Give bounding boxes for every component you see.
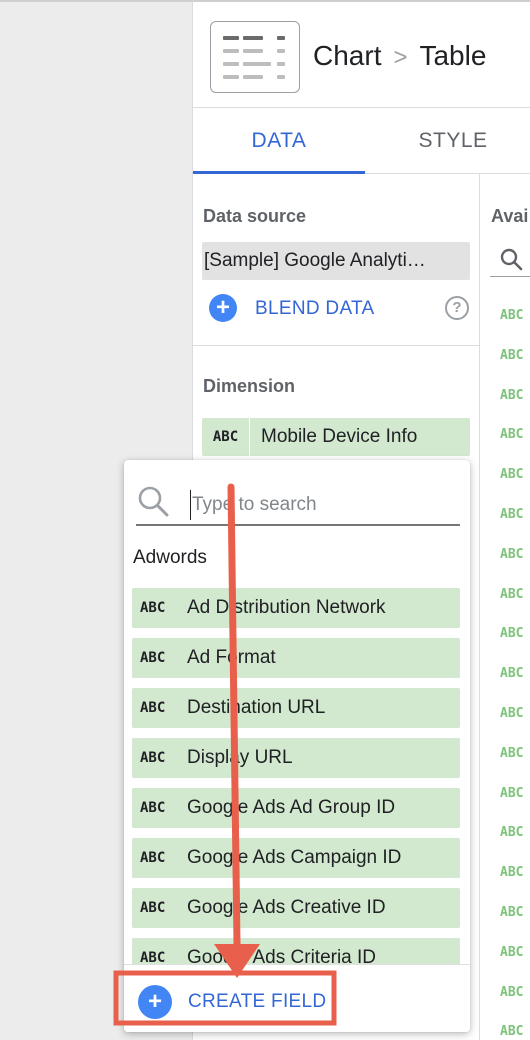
available-field-type-icon[interactable]: ABC [500, 507, 523, 522]
available-field-type-icon[interactable]: ABC [500, 905, 523, 920]
breadcrumb: Chart > Table [313, 40, 486, 72]
help-icon[interactable]: ? [445, 296, 469, 320]
dimension-field-chip[interactable]: ABC Mobile Device Info [202, 418, 470, 456]
available-search-underline [490, 276, 530, 277]
field-item-label: Destination URL [187, 697, 326, 718]
panel-tabs: DATA STYLE [193, 108, 530, 174]
text-type-icon: ABC [140, 600, 166, 616]
field-item-label: Google Ads Ad Group ID [187, 797, 396, 818]
available-field-type-icon[interactable]: ABC [500, 587, 523, 602]
chevron-right-icon: > [393, 44, 408, 71]
search-underline [136, 524, 460, 526]
available-field-type-icon[interactable]: ABC [500, 547, 523, 562]
dropdown-footer: + CREATE FIELD [124, 964, 470, 1032]
text-type-icon: ABC [140, 800, 166, 816]
field-item[interactable]: ABC Google Ads Ad Group ID [132, 788, 460, 828]
field-item-label: Ad Distribution Network [187, 597, 386, 618]
field-item-label: Ad Format [187, 647, 276, 668]
available-field-type-icon[interactable]: ABC [500, 626, 523, 641]
text-type-icon: ABC [140, 700, 166, 716]
text-type-icon: ABC [140, 850, 166, 866]
search-icon [138, 486, 169, 517]
field-item-label: Google Ads Campaign ID [187, 847, 402, 868]
available-field-type-icon[interactable]: ABC [500, 1024, 523, 1039]
available-field-type-icon[interactable]: ABC [500, 786, 523, 801]
text-type-icon: ABC [140, 650, 166, 666]
field-item[interactable]: ABC Display URL [132, 738, 460, 778]
field-picker-dropdown: Adwords ABC Ad Distribution Network ABC Ad … [124, 460, 470, 1032]
tab-style[interactable]: STYLE [393, 108, 513, 173]
dimension-label: Dimension [203, 376, 296, 396]
active-tab-indicator [193, 171, 365, 174]
add-circle-icon: + [209, 294, 237, 322]
available-field-type-icon[interactable]: ABC [500, 746, 523, 761]
available-field-type-icon[interactable]: ABC [500, 467, 523, 482]
blend-data-label: BLEND DATA [255, 298, 375, 319]
available-field-type-icon[interactable]: ABC [500, 666, 523, 681]
blend-data-button[interactable]: + BLEND DATA ? [209, 293, 471, 323]
available-field-type-icon[interactable]: ABC [500, 945, 523, 960]
field-item[interactable]: ABC Ad Distribution Network [132, 588, 460, 628]
text-type-icon: ABC [140, 900, 166, 916]
field-item[interactable]: ABC Destination URL [132, 688, 460, 728]
dimension-field-name: Mobile Device Info [261, 426, 418, 447]
data-source-label: Data source [203, 206, 307, 226]
search-icon[interactable] [499, 247, 523, 271]
field-item[interactable]: ABC Google Ads Campaign ID [132, 838, 460, 878]
available-field-type-icon[interactable]: ABC [500, 427, 523, 442]
field-item[interactable]: ABC Google Ads Creative ID [132, 888, 460, 928]
field-item-label: Google Ads Creative ID [187, 897, 386, 918]
available-field-type-icon[interactable]: ABC [500, 865, 523, 880]
field-item[interactable]: ABC Ad Format [132, 638, 460, 678]
available-field-type-icon[interactable]: ABC [500, 388, 523, 403]
create-field-button[interactable]: CREATE FIELD [188, 991, 326, 1013]
text-type-icon: ABC [202, 418, 250, 456]
text-type-icon: ABC [140, 750, 166, 766]
field-search-input[interactable] [190, 490, 458, 520]
field-item-label: Display URL [187, 747, 293, 768]
data-source-selector[interactable]: [Sample] Google Analyti… [202, 242, 470, 280]
available-field-type-icon[interactable]: ABC [500, 706, 523, 721]
breadcrumb-table: Table [419, 40, 487, 71]
breadcrumb-chart[interactable]: Chart [313, 40, 381, 71]
add-circle-icon[interactable]: + [138, 985, 172, 1019]
field-item[interactable]: ABC Google Ads Criteria ID [132, 938, 460, 964]
tab-data[interactable]: DATA [193, 108, 365, 173]
available-field-type-icon[interactable]: ABC [500, 308, 523, 323]
available-field-type-icon[interactable]: ABC [500, 985, 523, 1000]
section-divider [193, 345, 479, 346]
field-list: ABC Ad Distribution Network ABC Ad Format AB… [132, 588, 460, 964]
text-type-icon: ABC [140, 950, 166, 964]
available-field-type-icon[interactable]: ABC [500, 825, 523, 840]
field-item-label: Google Ads Criteria ID [187, 947, 377, 964]
column-divider [479, 174, 480, 1040]
available-fields-label: Avai [491, 206, 529, 226]
field-group-label: Adwords [133, 547, 207, 568]
available-field-type-icon[interactable]: ABC [500, 348, 523, 363]
panel-header: Chart > Table [193, 2, 530, 108]
table-chart-icon [210, 21, 300, 93]
